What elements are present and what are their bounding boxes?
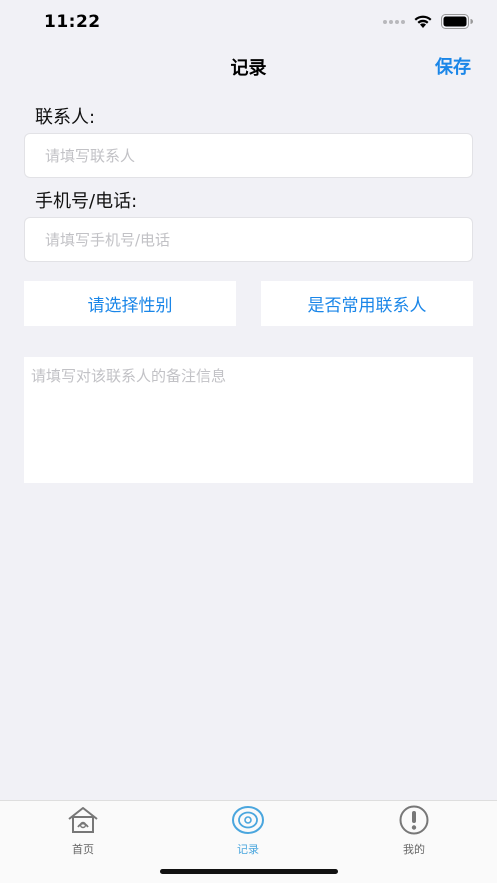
frequent-contact-button[interactable]: 是否常用联系人 <box>261 281 473 326</box>
battery-icon <box>441 14 473 29</box>
status-time: 11:22 <box>44 12 101 32</box>
phone-label: 手机号/电话: <box>35 191 138 212</box>
gender-select-button[interactable]: 请选择性别 <box>24 281 236 326</box>
record-icon <box>208 805 288 839</box>
page-title: 记录 <box>230 58 267 79</box>
tab-home[interactable]: 首页 <box>43 805 123 857</box>
contact-input[interactable] <box>24 133 473 178</box>
phone-input[interactable] <box>24 217 473 262</box>
tab-profile[interactable]: 我的 <box>374 805 454 857</box>
home-indicator <box>160 869 338 874</box>
tab-home-label: 首页 <box>72 843 94 856</box>
save-button[interactable]: 保存 <box>435 53 471 79</box>
cellular-signal-icon <box>383 19 405 24</box>
contact-label: 联系人: <box>35 107 96 128</box>
notes-textarea[interactable] <box>24 357 473 483</box>
tab-profile-label: 我的 <box>403 843 425 856</box>
nav-bar: 记录 保存 <box>0 44 497 88</box>
tab-record[interactable]: 记录 <box>208 805 288 857</box>
status-icons <box>383 14 473 29</box>
profile-icon <box>374 805 454 839</box>
tab-record-label: 记录 <box>237 843 259 856</box>
home-icon <box>43 805 123 839</box>
wifi-icon <box>413 14 433 29</box>
status-bar: 11:22 <box>0 0 497 44</box>
